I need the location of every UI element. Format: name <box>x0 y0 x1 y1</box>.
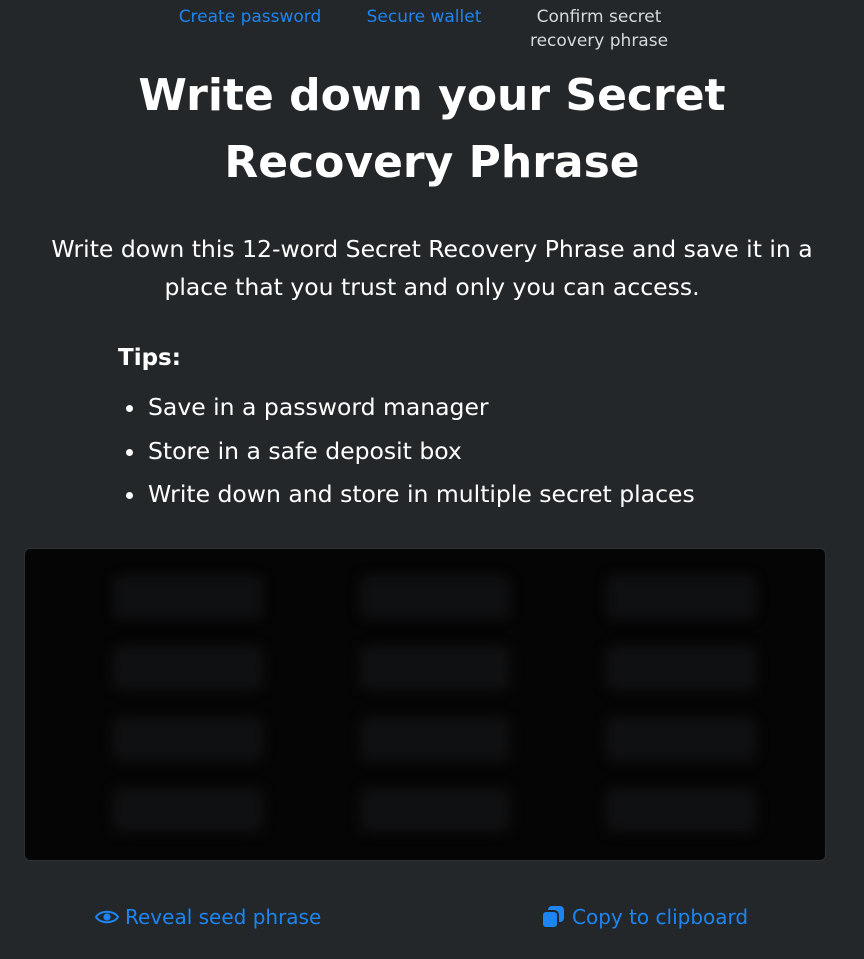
reveal-seed-phrase-label: Reveal seed phrase <box>125 905 322 929</box>
secret-phrase-box[interactable] <box>24 548 826 861</box>
tip-item: Write down and store in multiple secret … <box>118 473 818 517</box>
phrase-cell <box>55 561 302 632</box>
step-confirm-phrase: Confirm secret recovery phrase <box>529 7 669 51</box>
step-secure-wallet[interactable]: Secure wallet <box>356 5 492 29</box>
tips-list: Save in a password manager Store in a sa… <box>118 386 818 517</box>
phrase-cell <box>548 632 795 703</box>
eye-icon <box>95 908 119 926</box>
tip-item: Store in a safe deposit box <box>118 430 818 474</box>
phrase-cell <box>55 774 302 845</box>
phrase-cell <box>302 774 549 845</box>
tips-heading: Tips: <box>118 345 181 371</box>
phrase-cell <box>302 632 549 703</box>
blurred-phrase-grid <box>55 561 795 845</box>
copy-to-clipboard-label: Copy to clipboard <box>572 905 749 929</box>
phrase-cell <box>55 703 302 774</box>
phrase-cell <box>55 632 302 703</box>
reveal-seed-phrase-button[interactable]: Reveal seed phrase <box>95 902 321 932</box>
phrase-cell <box>548 774 795 845</box>
page-description: Write down this 12-word Secret Recovery … <box>51 235 813 301</box>
copy-to-clipboard-button[interactable]: Copy to clipboard <box>540 902 748 932</box>
phrase-cell <box>548 703 795 774</box>
phrase-cell <box>302 561 549 632</box>
phrase-cell <box>302 703 549 774</box>
phrase-cell <box>548 561 795 632</box>
copy-icon <box>540 905 566 929</box>
tip-item: Save in a password manager <box>118 386 818 430</box>
progress-steps: Create password Secure wallet Confirm se… <box>0 0 864 60</box>
page-title: Write down your Secret Recovery Phrase <box>138 70 726 188</box>
step-create-password[interactable]: Create password <box>168 5 332 29</box>
